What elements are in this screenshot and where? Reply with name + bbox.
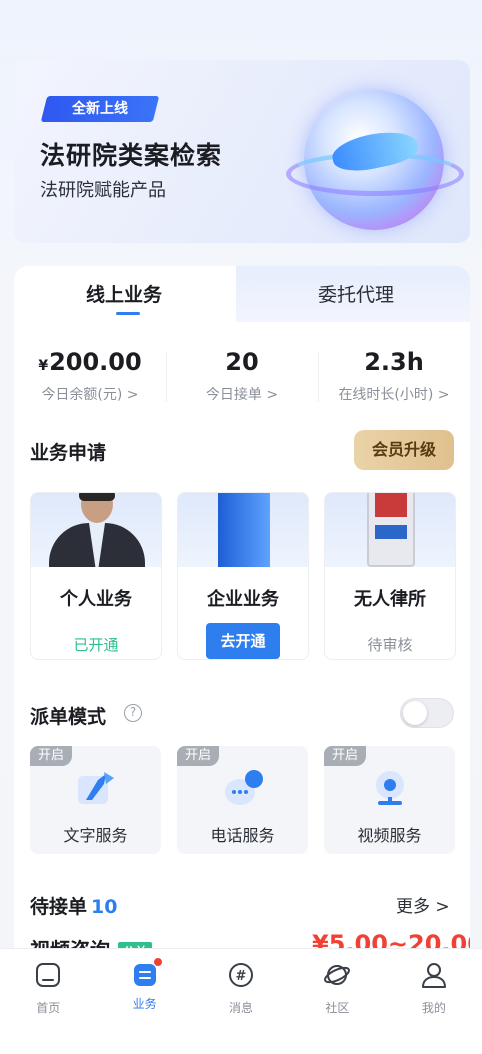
stat-balance-label: 今日余额(元) > — [41, 387, 139, 403]
home-icon — [36, 963, 61, 987]
service-label: 电话服务 — [210, 826, 275, 845]
service-tag: 开启 — [30, 746, 72, 766]
svg-text:#: # — [236, 969, 247, 984]
more-link[interactable]: 更多 > — [396, 892, 450, 917]
lawyer-portrait-image — [31, 493, 161, 567]
biz-name: 个人业务 — [60, 589, 132, 610]
message-icon: # — [229, 963, 254, 987]
bottom-tabbar: 首页 业务 # 消息 社区 我的 — [0, 948, 482, 1054]
service-tag: 开启 — [177, 746, 219, 766]
stat-orders-label: 今日接单 > — [205, 387, 279, 403]
promo-banner[interactable]: 全新上线 法研院类案检索 法研院赋能产品 — [14, 60, 470, 243]
tabbar-profile[interactable]: 我的 — [386, 949, 482, 1054]
service-phone[interactable]: 开启 电话服务 — [177, 746, 308, 854]
section-title-apply: 业务申请 — [30, 442, 107, 464]
biz-status-open: 已开通 — [73, 636, 119, 654]
tab-active-indicator — [116, 312, 140, 315]
portrait-hair — [79, 493, 115, 501]
biz-card-enterprise[interactable]: 企业业务 去开通 — [177, 492, 309, 660]
tab-online-business[interactable]: 线上业务 — [86, 280, 162, 310]
service-label: 视频服务 — [357, 826, 422, 845]
service-video[interactable]: 开启 视频服务 — [324, 746, 455, 854]
kiosk-screen — [375, 493, 407, 517]
business-apply-list: 个人业务 已开通 企业业务 去开通 无人律所 待审核 — [30, 492, 456, 660]
kiosk-panel — [375, 525, 407, 539]
tabbar-label: 消息 — [229, 1001, 254, 1015]
banner-subtitle: 法研院赋能产品 — [40, 180, 166, 201]
help-icon[interactable]: ? — [124, 704, 142, 722]
pending-title: 待接单 — [30, 896, 88, 918]
activate-button[interactable]: 去开通 — [206, 623, 280, 659]
tabbar-label: 社区 — [325, 1001, 350, 1015]
tabbar-business[interactable]: 业务 — [96, 949, 192, 1054]
video-service-icon — [376, 771, 404, 805]
tab-proxy[interactable]: 委托代理 — [318, 280, 394, 310]
stat-balance[interactable]: ¥200.00 今日余额(元) > — [14, 344, 166, 404]
section-title-dispatch: 派单模式 — [30, 706, 107, 728]
tabbar-message[interactable]: # 消息 — [193, 949, 289, 1054]
stat-balance-value: 200.00 — [49, 348, 142, 376]
biz-name: 企业业务 — [207, 589, 279, 610]
building-image — [178, 493, 308, 567]
currency-symbol: ¥ — [38, 358, 49, 374]
toggle-knob — [403, 701, 427, 725]
kiosk-image — [325, 493, 455, 567]
community-icon — [324, 965, 351, 985]
stat-orders-value: 20 — [225, 348, 259, 376]
tabbar-community[interactable]: 社区 — [289, 949, 385, 1054]
notification-dot — [152, 957, 163, 967]
stat-online-time[interactable]: 2.3h 在线时长(小时) > — [318, 344, 470, 404]
stat-online-time-label: 在线时长(小时) > — [338, 387, 450, 403]
phone-service-icon — [225, 770, 263, 805]
biz-card-personal[interactable]: 个人业务 已开通 — [30, 492, 162, 660]
kiosk-shape — [367, 493, 415, 567]
dispatch-mode-toggle[interactable] — [400, 698, 454, 728]
biz-card-unmanned[interactable]: 无人律所 待审核 — [324, 492, 456, 660]
service-text[interactable]: 开启 文字服务 — [30, 746, 161, 854]
vip-upgrade-button[interactable]: 会员升级 — [354, 430, 454, 470]
banner-tag: 全新上线 — [40, 96, 160, 122]
tabbar-label: 业务 — [132, 997, 157, 1011]
biz-name: 无人律所 — [354, 589, 426, 610]
banner-title: 法研院类案检索 — [40, 141, 223, 170]
stats-row: ¥200.00 今日余额(元) > 20 今日接单 > 2.3h 在线时长(小时… — [14, 344, 470, 404]
tabbar-home[interactable]: 首页 — [0, 949, 96, 1054]
business-card: 线上业务 委托代理 ¥200.00 今日余额(元) > 20 今日接单 > 2.… — [14, 266, 470, 966]
service-tag: 开启 — [324, 746, 366, 766]
pending-count: 10 — [91, 896, 118, 918]
tabbar-label: 首页 — [36, 1001, 61, 1015]
building-shape — [218, 493, 270, 567]
biz-status-pending: 待审核 — [367, 636, 413, 654]
service-label: 文字服务 — [63, 826, 128, 845]
text-service-icon — [78, 772, 114, 804]
tabbar-business-icon-wrap — [131, 957, 163, 989]
stat-orders[interactable]: 20 今日接单 > — [166, 344, 318, 404]
profile-icon — [421, 963, 446, 988]
stat-online-time-value: 2.3h — [364, 348, 424, 376]
dispatch-services: 开启 文字服务 开启 电话服务 开启 视频服务 — [30, 746, 455, 854]
section-title-pending: 待接单 10 — [30, 892, 117, 919]
banner-tag-label: 全新上线 — [72, 101, 128, 117]
tabbar-label: 我的 — [421, 1001, 446, 1015]
